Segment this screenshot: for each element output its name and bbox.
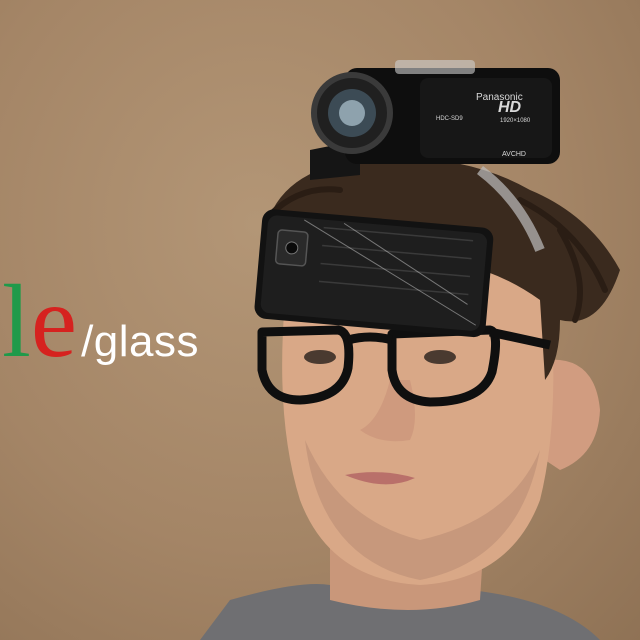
camcorder: Panasonic HD 1920×1080 HDC-SD9 AVCHD: [310, 60, 560, 180]
camcorder-hd-badge: HD: [498, 99, 522, 116]
brand-letter-e: e: [30, 264, 78, 379]
right-eye: [424, 350, 456, 364]
camcorder-model-label: HDC-SD9: [436, 116, 463, 122]
smartphone: [254, 209, 494, 338]
photo-scene: Panasonic HD 1920×1080 HDC-SD9 AVCHD l e…: [0, 0, 640, 640]
brand-letter-l: l: [2, 264, 31, 379]
brand-suffix-text: /glass: [81, 317, 200, 366]
brand-logo: l e /glass: [2, 270, 199, 374]
left-eye: [304, 350, 336, 364]
camcorder-resolution-label: 1920×1080: [500, 118, 531, 124]
camcorder-format-label: AVCHD: [502, 151, 526, 158]
